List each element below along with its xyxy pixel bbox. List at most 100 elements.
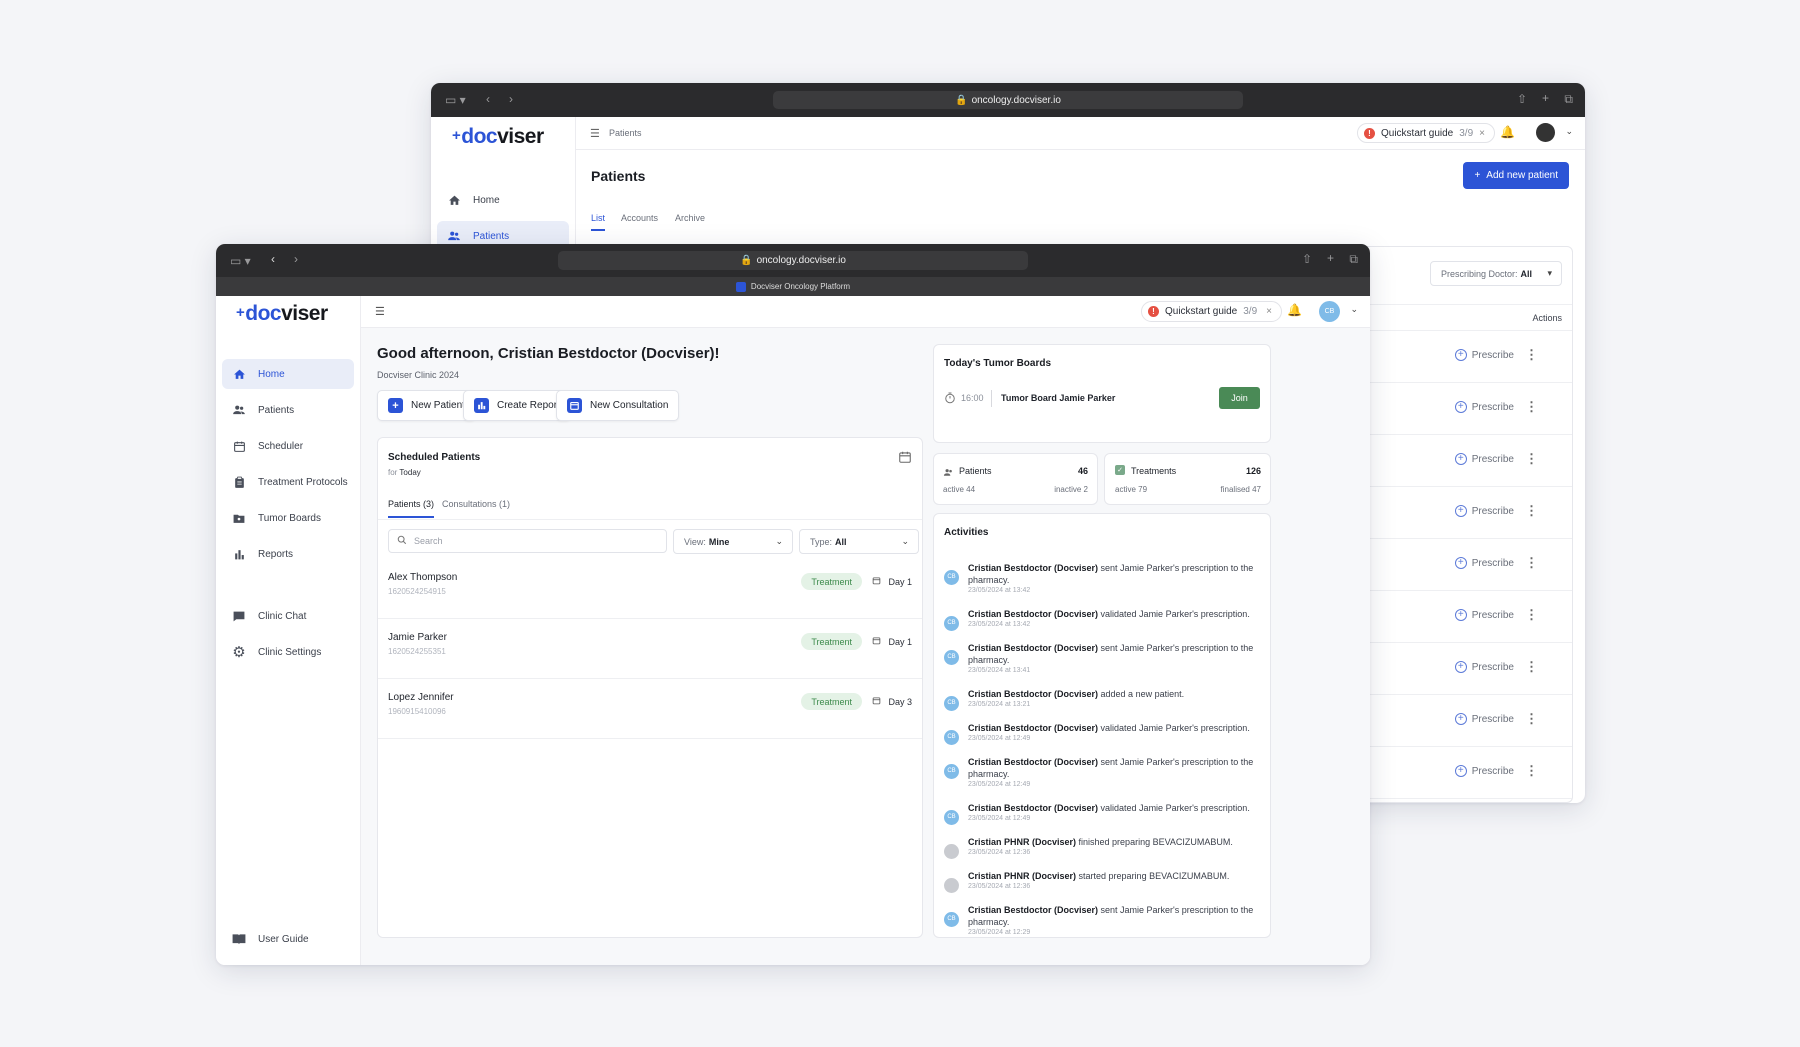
activity-text: Cristian Bestdoctor (Docviser) sent Jami… [968,757,1254,780]
status-badge: Treatment [801,693,862,710]
tabs-overview-icon[interactable]: ⧉ [1564,93,1573,105]
list-item[interactable]: Jamie Parker 1620524255351 Treatment Day… [378,619,922,679]
home-icon [447,193,461,207]
calendar-icon[interactable] [898,450,912,469]
tab-archive[interactable]: Archive [675,213,705,223]
forward-arrow-icon[interactable]: › [294,253,298,265]
calendar-icon [872,636,881,647]
avatar[interactable]: CB [1319,301,1340,322]
card-title: Scheduled Patients [388,452,481,463]
address-bar[interactable]: 🔒 oncology.docviser.io [558,251,1028,270]
prescribe-button[interactable]: + Prescribe [1454,453,1514,465]
activity-timestamp: 23/05/2024 at 12:49 [968,815,1031,823]
new-patient-button[interactable]: + New Patient [377,390,476,421]
new-tab-icon[interactable]: + [1542,92,1549,104]
prescribe-button[interactable]: + Prescribe [1454,713,1514,725]
tab-consultations[interactable]: Consultations (1) [442,499,510,509]
avatar: CB [944,730,959,745]
prescribe-button[interactable]: + Prescribe [1454,349,1514,361]
list-item[interactable]: Lopez Jennifer 1960915410096 Treatment D… [378,679,922,739]
more-options-icon[interactable]: ⋮ [1525,607,1538,623]
sidebar-toggle-icon[interactable]: ▭ ▾ [230,255,251,267]
new-consultation-button[interactable]: New Consultation [556,390,680,421]
prescribe-button[interactable]: + Prescribe [1454,401,1514,413]
activity-timestamp: 23/05/2024 at 12:36 [968,883,1031,891]
prescribe-button[interactable]: + Prescribe [1454,661,1514,673]
sidebar-item-user-guide[interactable]: User Guide [222,924,354,954]
clipboard-icon [232,475,246,489]
sidebar-toggle-icon[interactable]: ▭ ▾ [445,94,466,106]
back-arrow-icon[interactable]: ‹ [486,93,490,105]
close-icon[interactable]: × [1266,306,1272,317]
sidebar-item-home[interactable]: Home [222,359,354,389]
sidebar-item-tumor-boards[interactable]: Tumor Boards [222,503,354,533]
more-options-icon[interactable]: ⋮ [1525,711,1538,727]
chevron-down-icon: ⌄ [775,536,783,546]
sidebar-item-scheduler[interactable]: Scheduler [222,431,354,461]
bell-icon[interactable]: 🔔 [1287,303,1302,317]
chevron-down-icon[interactable]: ⌄ [1565,126,1573,137]
more-options-icon[interactable]: ⋮ [1525,659,1538,675]
avatar[interactable] [1536,123,1555,142]
prescribe-button[interactable]: + Prescribe [1454,557,1514,569]
stat-count: 46 [1077,466,1088,476]
sidebar-item-reports[interactable]: Reports [222,539,354,569]
add-new-patient-button[interactable]: + Add new patient [1463,162,1569,189]
plus-circle-icon: + [1454,713,1467,725]
calendar-icon [872,576,881,587]
join-button[interactable]: Join [1219,387,1260,409]
plus-circle-icon: + [1454,557,1467,569]
actions-header: Actions [1532,313,1562,323]
prescribing-doctor-filter[interactable]: Prescribing Doctor: All ▾ [1430,261,1562,286]
tab-accounts[interactable]: Accounts [621,213,658,223]
create-report-button[interactable]: Create Report [463,390,571,421]
new-tab-icon[interactable]: + [1327,252,1334,264]
bell-icon[interactable]: 🔔 [1500,125,1515,139]
docviser-logo[interactable]: +docviser [236,302,328,326]
sidebar-item-clinic-chat[interactable]: Clinic Chat [222,601,354,631]
lock-icon: 🔒 [955,94,968,106]
docviser-logo[interactable]: +docviser [452,125,544,149]
more-options-icon[interactable]: ⋮ [1525,399,1538,415]
share-icon[interactable]: ⇧ [1517,93,1527,105]
sidebar-item-clinic-settings[interactable]: ⚙ Clinic Settings [222,637,354,667]
treatments-stat-card[interactable]: ✓ Treatments 126 active 79 finalised 47 [1104,453,1271,505]
collapse-menu-icon[interactable]: ☰ [375,305,385,318]
sidebar-item-treatment-protocols[interactable]: Treatment Protocols [222,467,354,497]
gear-icon: ⚙ [232,644,246,661]
back-arrow-icon[interactable]: ‹ [271,253,275,265]
tab-list[interactable]: List [591,213,606,231]
tabs-overview-icon[interactable]: ⧉ [1349,253,1358,265]
sidebar-item-patients[interactable]: Patients [222,395,354,425]
list-item[interactable]: Alex Thompson 1620524254915 Treatment Da… [378,559,922,619]
collapse-menu-icon[interactable]: ☰ [590,127,600,140]
chevron-down-icon[interactable]: ⌄ [1350,304,1358,315]
quickstart-guide-chip[interactable]: ! Quickstart guide 3/9 × [1140,301,1282,322]
browser-tab[interactable]: Docviser Oncology Platform [216,277,1370,296]
more-options-icon[interactable]: ⋮ [1525,763,1538,779]
tab-patients[interactable]: Patients (3) [388,499,435,518]
activity-item: CB Cristian Bestdoctor (Docviser) validat… [944,722,1260,745]
address-bar[interactable]: 🔒 oncology.docviser.io [773,91,1243,109]
search-input[interactable]: Search [388,529,667,553]
prescribe-button[interactable]: + Prescribe [1454,609,1514,621]
patients-stat-card[interactable]: Patients 46 active 44 inactive 2 [933,453,1098,505]
chevron-down-icon: ⌄ [901,536,909,546]
more-options-icon[interactable]: ⋮ [1525,347,1538,363]
type-filter[interactable]: Type: All ⌄ [799,529,919,554]
share-icon[interactable]: ⇧ [1302,253,1312,265]
close-icon[interactable]: × [1479,128,1485,139]
forward-arrow-icon[interactable]: › [509,93,513,105]
more-options-icon[interactable]: ⋮ [1525,503,1538,519]
bar-chart-icon [232,547,246,561]
sidebar-item-home[interactable]: Home [437,185,569,215]
prescribe-button[interactable]: + Prescribe [1454,765,1514,777]
prescribe-button[interactable]: + Prescribe [1454,505,1514,517]
view-filter[interactable]: View: Mine ⌄ [673,529,793,554]
more-options-icon[interactable]: ⋮ [1525,451,1538,467]
activity-item: CB Cristian Bestdoctor (Docviser) sent Ja… [944,904,1260,937]
activity-timestamp: 23/05/2024 at 13:21 [968,701,1031,709]
calendar-icon [567,398,582,413]
more-options-icon[interactable]: ⋮ [1525,555,1538,571]
quickstart-guide-chip[interactable]: ! Quickstart guide 3/9 × [1356,123,1495,143]
